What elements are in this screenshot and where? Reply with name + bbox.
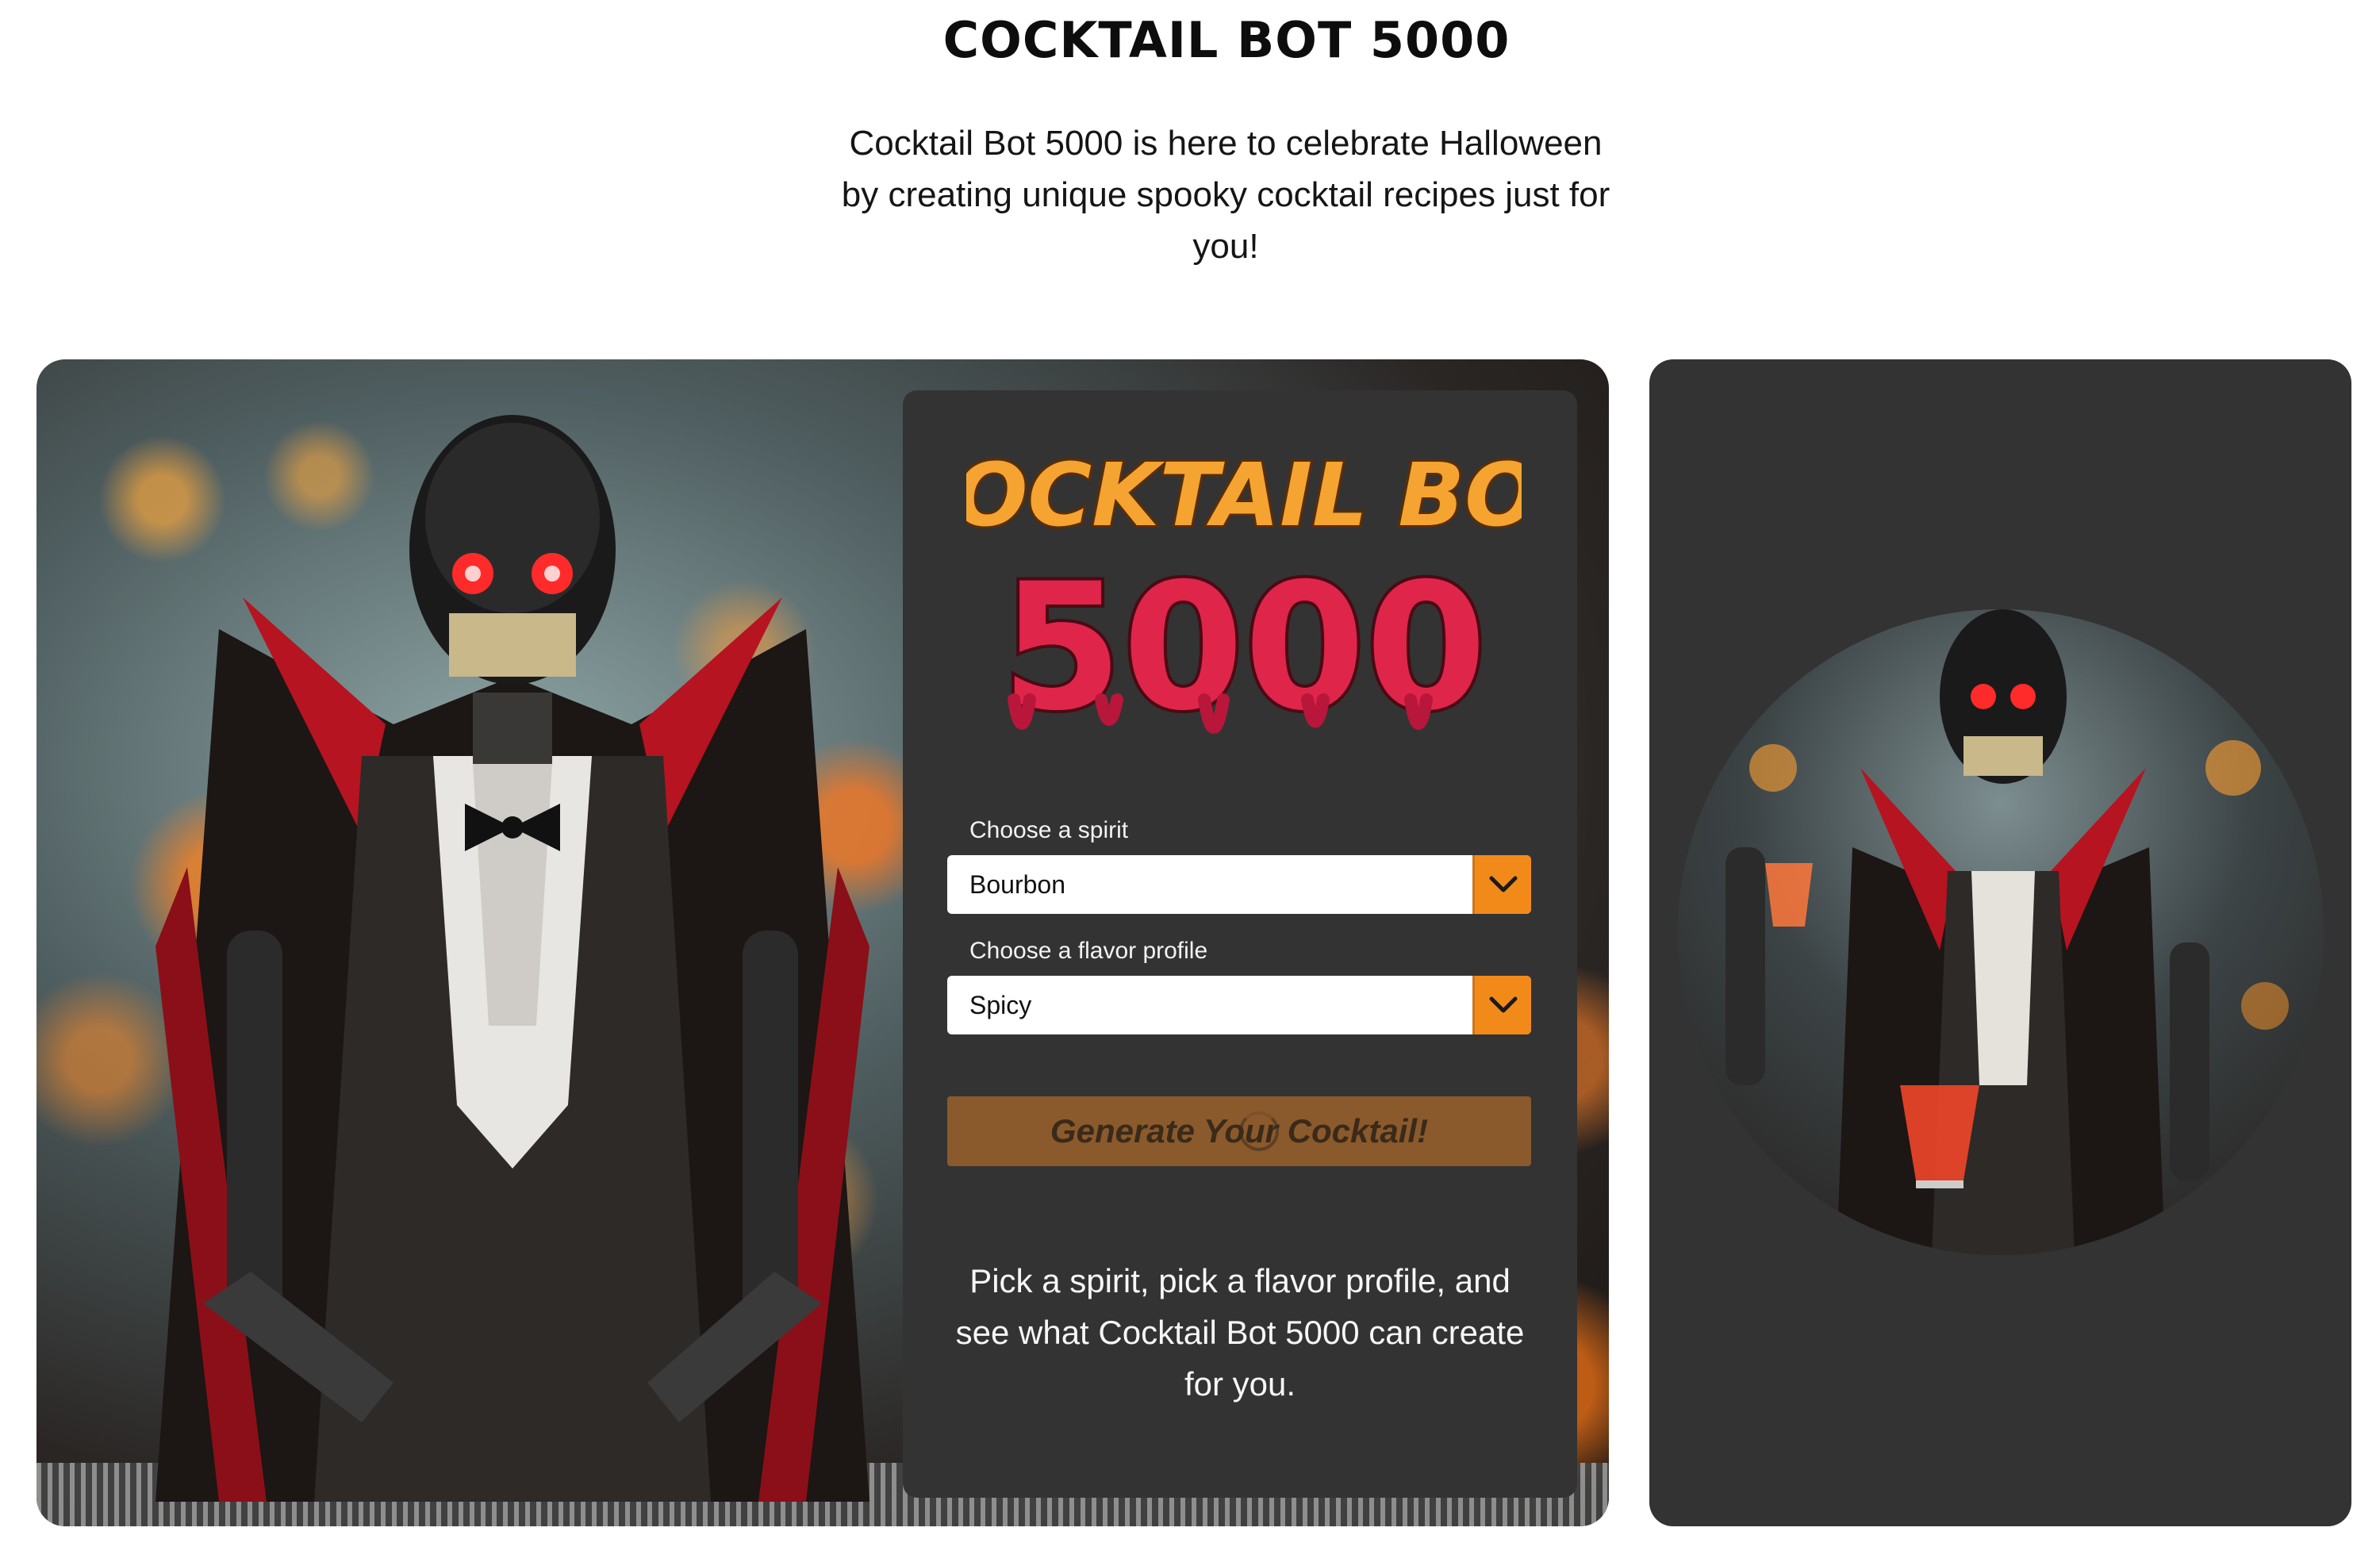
robot-holding-cocktails-illustration (1726, 609, 2289, 1255)
flavor-label: Choose a flavor profile (969, 938, 1208, 964)
chevron-down-icon[interactable] (1472, 976, 1531, 1034)
spirit-select[interactable]: Bourbon (947, 855, 1531, 914)
cocktail-bot-logo: COCKTAIL BOT 5000 (966, 442, 1522, 752)
vampire-robot-illustration (155, 415, 869, 1502)
hero-image: COCKTAIL BOT 5000 Choose a spirit Bourbo… (36, 359, 1609, 1526)
chevron-down-icon[interactable] (1472, 855, 1531, 914)
flavor-select-value: Spicy (969, 990, 1032, 1019)
instructions-text: Pick a spirit, pick a flavor profile, an… (955, 1262, 1525, 1403)
spirit-select-value: Bourbon (969, 869, 1065, 899)
flavor-select[interactable]: Spicy (947, 976, 1531, 1034)
robot-bartender-portrait (1678, 609, 2324, 1255)
spirit-label: Choose a spirit (969, 817, 1129, 843)
intro-text: Cocktail Bot 5000 is here to celebrate H… (841, 124, 1610, 266)
page-title: COCKTAIL BOT 5000 (942, 11, 1511, 69)
logo-text-line1: COCKTAIL BOT (966, 444, 1522, 546)
generate-cocktail-button[interactable]: Generate Your Cocktail! (947, 1096, 1531, 1166)
spinner-icon (1239, 1111, 1279, 1151)
cocktail-form-panel: COCKTAIL BOT 5000 Choose a spirit Bourbo… (903, 390, 1577, 1498)
result-card (1649, 359, 2351, 1526)
